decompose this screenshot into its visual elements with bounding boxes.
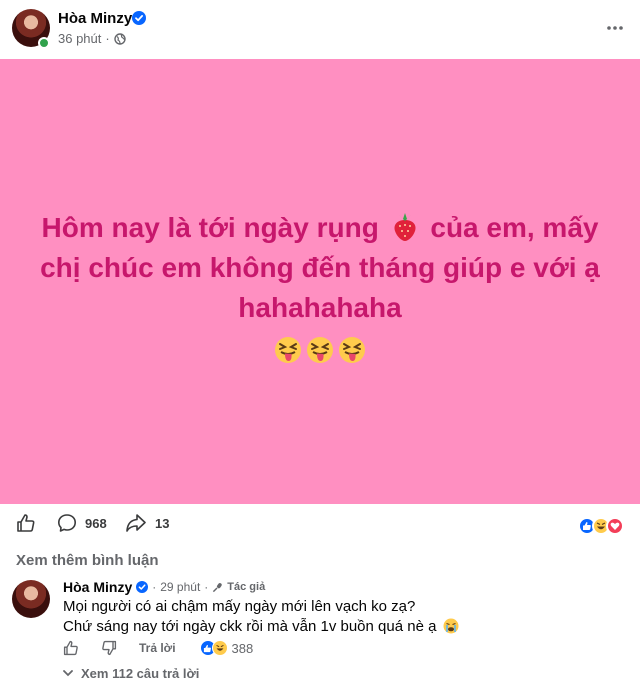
comment-bubble-icon: [58, 514, 76, 532]
comment-dislike-icon[interactable]: [101, 640, 117, 656]
comment-separator: ·: [204, 580, 209, 594]
comment-actions: Trả lời 388: [63, 638, 253, 658]
meta-separator: ·: [105, 31, 110, 46]
comment-line1: Mọi người có ai chậm mấy ngày mới lên vạ…: [63, 598, 416, 615]
comment-button[interactable]: 968: [57, 513, 107, 533]
comment-author-name[interactable]: Hòa Minzy: [63, 579, 132, 595]
post-time[interactable]: 36 phút: [58, 31, 101, 46]
comment-line2: Chứ sáng nay tới ngày ckk rồi mà vẫn 1v …: [63, 618, 437, 635]
online-status-dot: [38, 37, 50, 49]
more-dots-icon: [607, 26, 623, 30]
verified-badge-icon: [136, 581, 149, 593]
like-button[interactable]: [16, 513, 36, 533]
chevron-down-icon: [63, 670, 73, 677]
author-name[interactable]: Hòa Minzy: [58, 10, 132, 27]
share-arrow-icon: [126, 514, 146, 532]
reply-button[interactable]: Trả lời: [139, 641, 176, 655]
comment-header: Hòa Minzy · 29 phút · Tác giả: [63, 579, 265, 595]
love-reaction-icon: [606, 517, 624, 535]
comment-reactions[interactable]: 388: [199, 640, 254, 656]
comment-line2-wrapper: Chứ sáng nay tới ngày ckk rồi mà vẫn 1v …: [63, 617, 459, 637]
post-meta: 36 phút ·: [58, 31, 126, 46]
comment-separator: ·: [152, 580, 157, 594]
squinting-tongue-emoji: [275, 336, 301, 363]
share-button[interactable]: 13: [125, 513, 169, 533]
post-text-line1: Hôm nay là tới ngày rụng: [41, 211, 379, 243]
comment-reaction-count: 388: [231, 640, 254, 656]
post-action-bar: 968 13: [0, 505, 640, 545]
post-text-line2: chị chúc em không đến tháng giúp e với ạ: [40, 251, 600, 283]
strawberry-icon: [394, 212, 416, 241]
verified-badge-icon: [132, 11, 146, 25]
crying-emoji: [443, 618, 459, 634]
reaction-summary[interactable]: [578, 517, 624, 535]
microphone-icon: [213, 582, 222, 592]
squinting-tongue-emoji: [307, 336, 333, 363]
squinting-tongue-emoji: [339, 336, 365, 363]
see-replies-label: Xem 112 câu trả lời: [81, 666, 200, 681]
comments-count: 968: [85, 515, 107, 531]
shares-count: 13: [155, 515, 170, 531]
haha-reaction-icon: [211, 640, 228, 656]
see-more-comments-link[interactable]: Xem thêm bình luận: [16, 552, 159, 569]
post-background[interactable]: Hôm nay là tới ngày rụng của em, mấy chị…: [0, 59, 640, 504]
post-text-line3: hahahahaha: [238, 291, 402, 323]
globe-icon: [114, 32, 126, 45]
post-text: Hôm nay là tới ngày rụng của em, mấy chị…: [20, 208, 620, 328]
comment-like-icon[interactable]: [63, 640, 79, 656]
comment-time[interactable]: 29 phút: [160, 580, 200, 594]
post-header: Hòa Minzy 36 phút ·: [0, 0, 640, 58]
comment-author-avatar[interactable]: [12, 580, 50, 618]
author-badge: Tác giả: [227, 581, 266, 593]
more-options-button[interactable]: [604, 18, 626, 38]
comment-body: Mọi người có ai chậm mấy ngày mới lên vạ…: [63, 597, 459, 637]
thumbs-up-icon: [17, 514, 35, 532]
post-text-line1-after: của em, mấy: [430, 211, 599, 243]
see-replies-link[interactable]: Xem 112 câu trả lời: [63, 666, 199, 681]
emoji-row: [274, 336, 366, 364]
